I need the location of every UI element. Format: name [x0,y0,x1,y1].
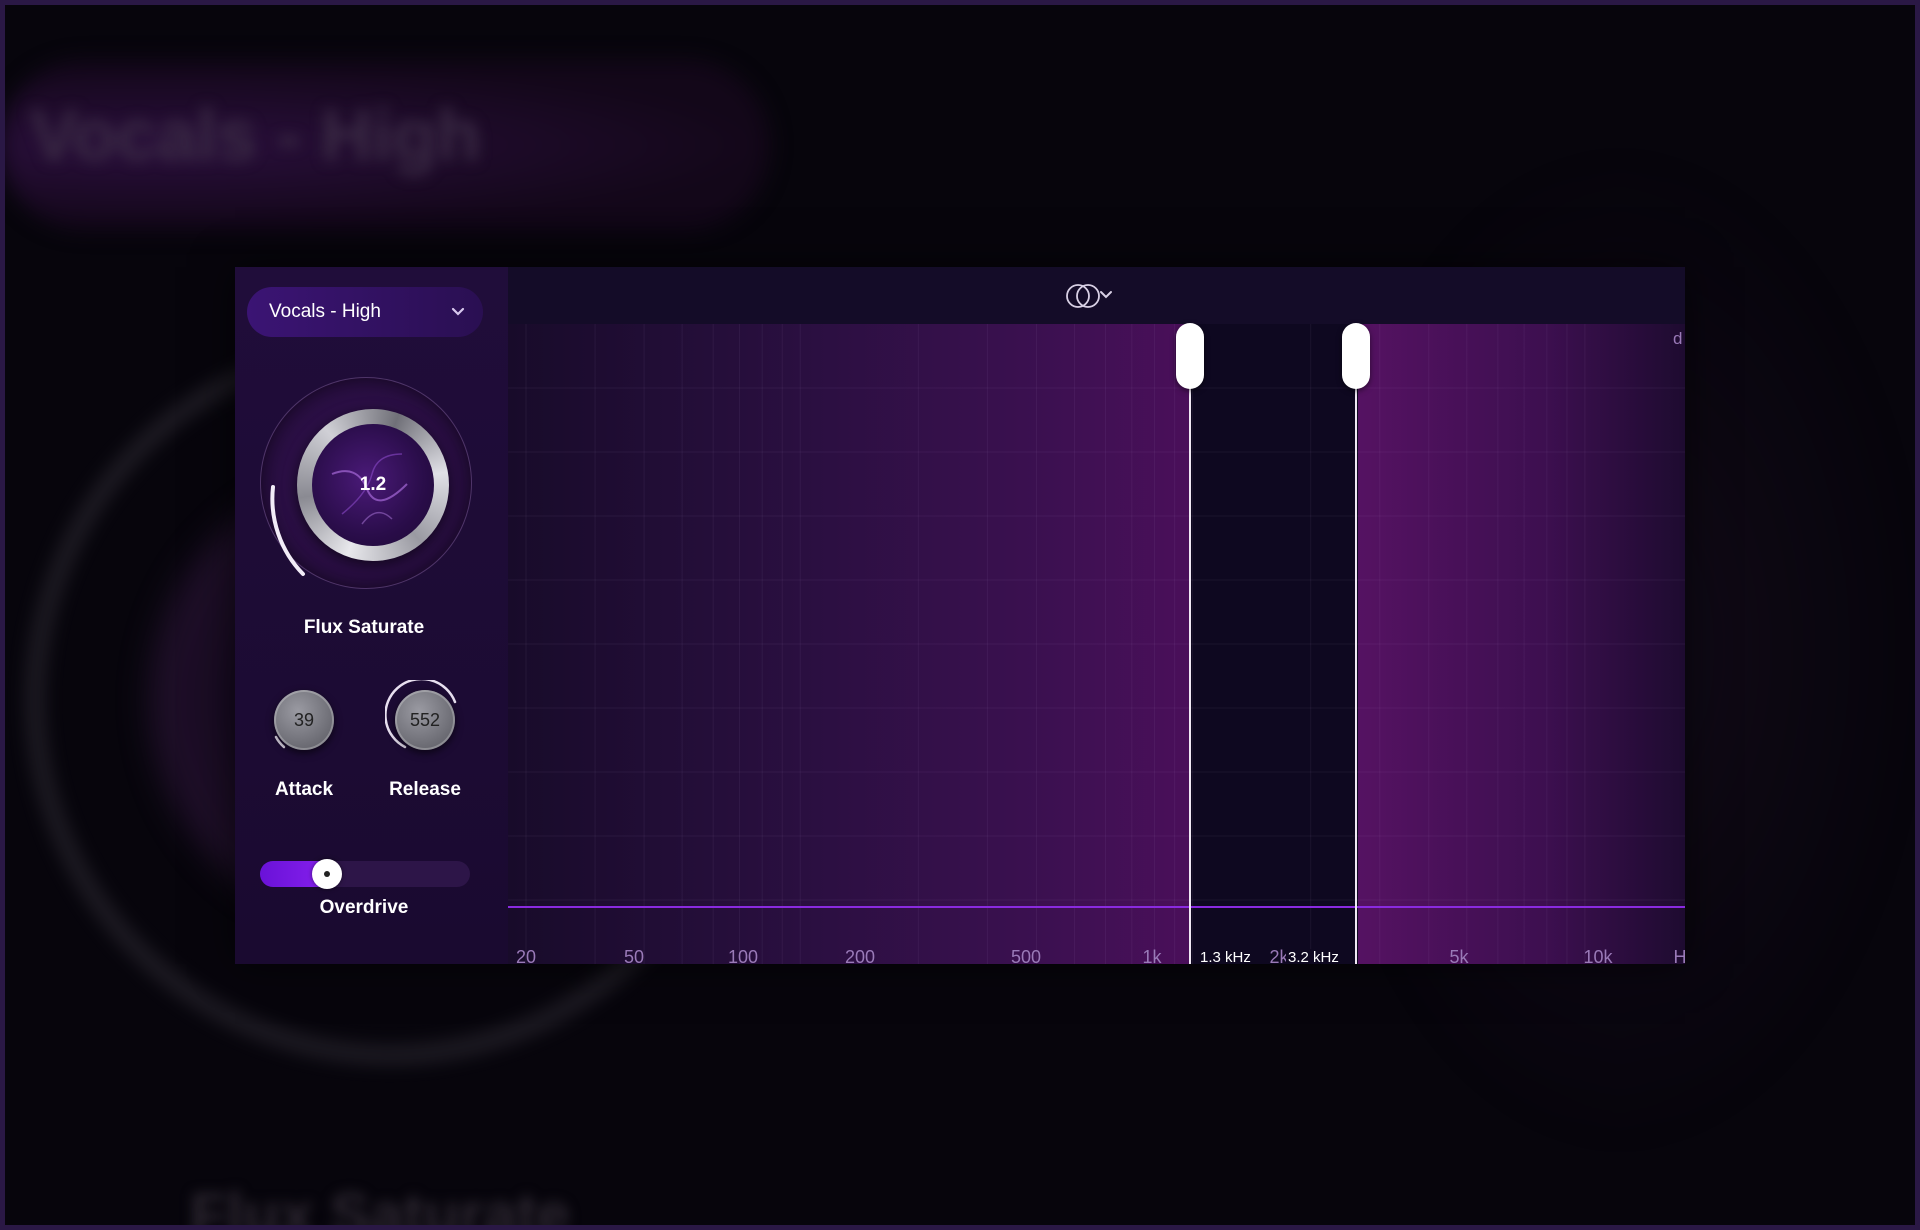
frequency-graph[interactable] [508,324,1685,964]
x-tick-10k: 10k [1583,947,1613,964]
x-tick-5k: 5k [1449,947,1469,964]
x-tick-500: 500 [1010,947,1042,964]
spectrum-toolbar [508,267,1685,324]
spectrum-area: d 20 50 100 200 500 1k 2k 5k 10k H 1.3 k… [508,267,1685,964]
flux-saturate-value: 1.2 [359,474,387,495]
x-tick-h: H [1673,947,1686,964]
overdrive-label: Overdrive [319,897,409,918]
x-tick-20: 20 [515,947,537,964]
release-label: Release [389,779,461,800]
band-handle-1[interactable] [1176,323,1204,389]
attack-knob[interactable]: 39 [264,680,344,760]
overdrive-slider[interactable] [260,859,470,889]
release-knob[interactable]: 552 [385,680,465,760]
flux-saturate-label: Flux Saturate [303,617,425,638]
attack-label: Attack [274,779,334,800]
release-value: 552 [395,690,455,750]
overdrive-thumb[interactable] [312,859,342,889]
stereo-link-icon [1066,284,1112,308]
preset-label: Vocals - High [269,301,381,322]
frequency-grid [508,324,1685,964]
background-title: Vocals - High [30,96,481,176]
preset-dropdown[interactable]: Vocals - High [247,287,483,337]
band-marker-1-label: 1.3 kHz [1198,949,1253,964]
background-bottom-text: Flux Saturate [190,1181,571,1230]
band-marker-1 [1189,324,1191,964]
band-marker-2-label: 3.2 kHz [1286,949,1341,964]
band-marker-2 [1355,324,1357,964]
gain-baseline [508,906,1685,908]
control-column: Vocals - High 1.2 Flux Saturate 39 Attac… [235,267,508,964]
db-scale-label: d [1673,329,1683,348]
x-tick-200: 200 [844,947,876,964]
band-handle-2[interactable] [1342,323,1370,389]
saturator-panel: Vocals - High 1.2 Flux Saturate 39 Attac… [235,267,1685,964]
x-tick-50: 50 [623,947,645,964]
attack-value: 39 [274,690,334,750]
stereo-link-button[interactable] [1063,281,1123,311]
x-tick-100: 100 [727,947,759,964]
x-tick-1k: 1k [1142,947,1162,964]
chevron-down-icon [451,307,465,316]
flux-saturate-knob[interactable]: 1.2 [250,367,480,597]
